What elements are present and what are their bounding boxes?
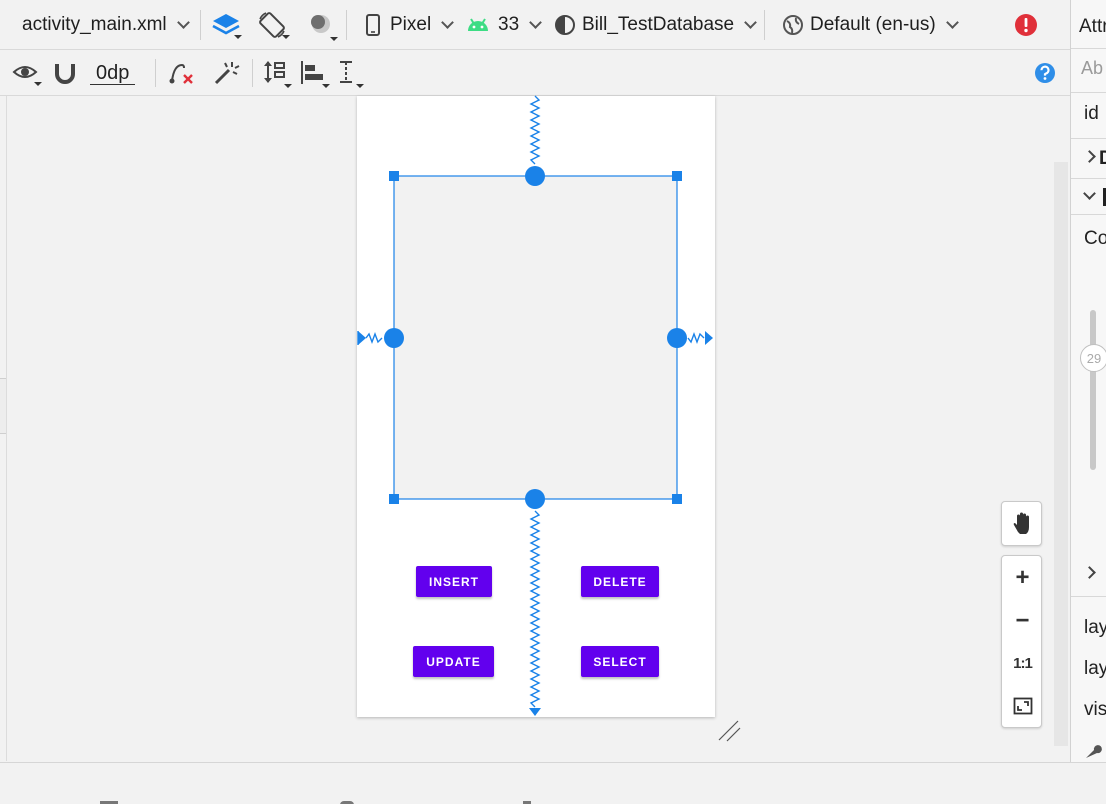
- insert-button[interactable]: INSERT: [416, 566, 492, 597]
- canvas-vertical-scrollbar[interactable]: [1054, 162, 1068, 746]
- select-button[interactable]: SELECT: [581, 646, 659, 677]
- resize-handle-bottom-right: [672, 494, 682, 504]
- left-constraint-arrow: [358, 331, 366, 345]
- constraint-overlay: [357, 95, 741, 742]
- bottom-constraint-spring: [529, 510, 541, 708]
- attr-row-layout-width[interactable]: lay: [1084, 617, 1106, 639]
- attributes-panel: Attr Ab id D Co 29 lay lay vis: [1070, 0, 1106, 762]
- right-constraint-spring: [687, 332, 705, 344]
- zoom-to-fit-button[interactable]: [1002, 686, 1043, 726]
- attr-row-layout-height[interactable]: lay: [1084, 658, 1106, 680]
- status-bar: [0, 762, 1106, 804]
- pan-button[interactable]: [1002, 504, 1043, 544]
- attributes-header: Attr: [1079, 16, 1106, 37]
- resize-handle-icon: [718, 720, 741, 742]
- zoom-actual-size-button[interactable]: 1:1: [1002, 643, 1043, 683]
- anchor-right: [667, 328, 687, 348]
- chevron-down-icon[interactable]: [1083, 187, 1096, 200]
- layout-editor: activity_main.xml Pixel 33 Bill_TestData…: [0, 0, 1106, 804]
- zoom-in-icon: +: [1015, 564, 1030, 591]
- anchor-bottom: [525, 489, 545, 509]
- left-constraint-spring: [365, 332, 383, 344]
- anchor-top: [525, 166, 545, 186]
- top-constraint-spring: [529, 95, 541, 165]
- zoom-out-icon: −: [1015, 607, 1030, 634]
- chevron-right-icon[interactable]: [1083, 150, 1096, 163]
- anchor-left: [384, 328, 404, 348]
- delete-button[interactable]: DELETE: [581, 566, 659, 597]
- resize-handle-top-left: [389, 171, 399, 181]
- chevron-right-icon[interactable]: [1083, 566, 1096, 579]
- bottom-constraint-arrow: [529, 708, 541, 716]
- pan-icon: [1013, 512, 1029, 534]
- pan-tool[interactable]: [1001, 501, 1042, 546]
- constraint-widget-label: Co: [1084, 228, 1106, 249]
- vertical-bias-thumb[interactable]: 29: [1080, 344, 1106, 372]
- declared-attributes-section[interactable]: D: [1099, 148, 1106, 170]
- resize-handle-bottom-left: [389, 494, 399, 504]
- zoom-out-button[interactable]: −: [1002, 601, 1043, 641]
- attributes-search[interactable]: Ab: [1081, 58, 1103, 79]
- right-constraint-arrow: [705, 331, 713, 345]
- vertical-bias-slider[interactable]: [1090, 310, 1096, 470]
- zoom-controls: + − 1:1: [1001, 555, 1042, 728]
- resize-handle-top-right: [672, 171, 682, 181]
- zoom-to-fit-icon: [1013, 697, 1032, 715]
- id-label: id: [1084, 103, 1099, 124]
- zoom-in-button[interactable]: +: [1002, 558, 1043, 598]
- update-button[interactable]: UPDATE: [413, 646, 494, 677]
- zoom-actual-size-label: 1:1: [1013, 654, 1033, 672]
- wrench-icon: [1086, 745, 1102, 758]
- attr-row-visibility[interactable]: vis: [1084, 699, 1106, 721]
